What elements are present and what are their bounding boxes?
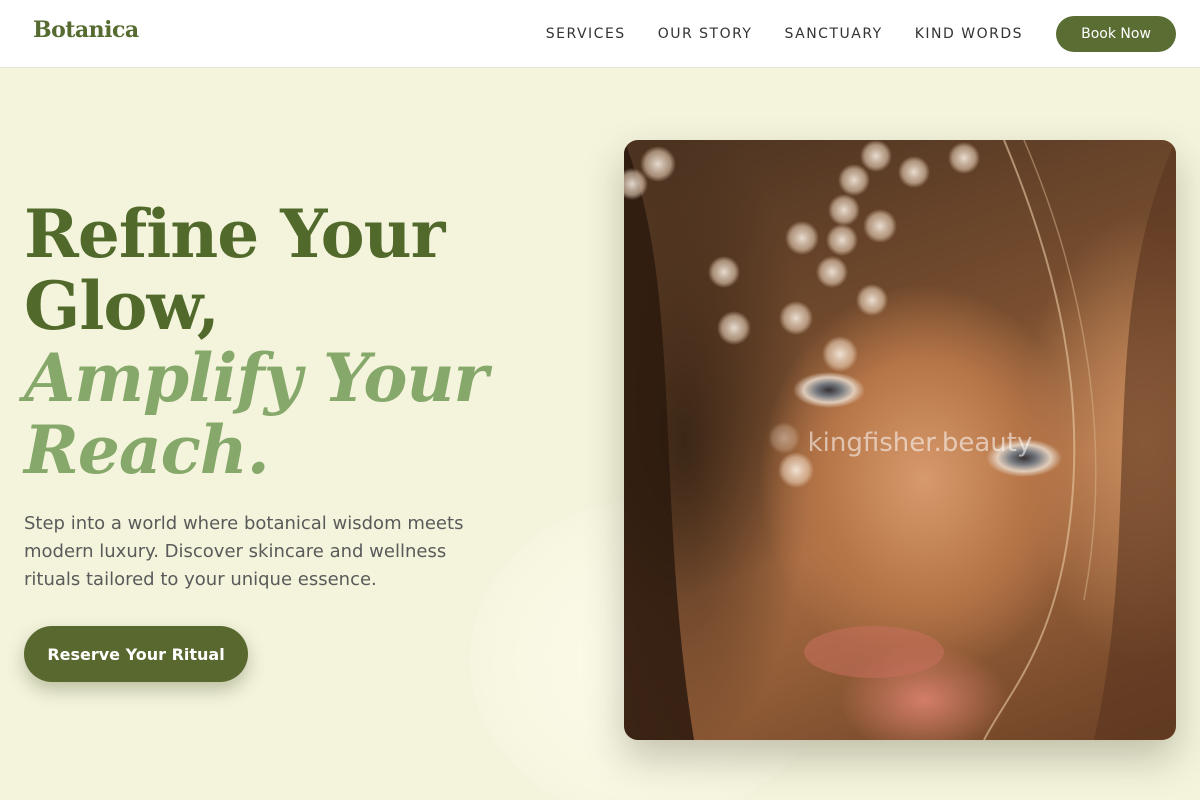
main-nav: SERVICES OUR STORY SANCTUARY KIND WORDS	[546, 0, 1023, 68]
image-watermark: kingfisher.beauty	[807, 428, 1033, 458]
site-header: Botanica SERVICES OUR STORY SANCTUARY KI…	[0, 0, 1200, 68]
reserve-ritual-button[interactable]: Reserve Your Ritual	[24, 626, 248, 682]
hero-title-accent-1: Amplify Your	[24, 339, 488, 417]
brand-logo[interactable]: Botanica	[33, 17, 139, 43]
nav-services[interactable]: SERVICES	[546, 26, 626, 42]
hero-title-line-1: Refine Your	[24, 195, 445, 273]
nav-our-story[interactable]: OUR STORY	[658, 26, 753, 42]
nav-kind-words[interactable]: KIND WORDS	[915, 26, 1023, 42]
hero-title: Refine Your Glow, Amplify Your Reach.	[24, 198, 544, 486]
hero-title-line-2: Glow,	[24, 267, 220, 345]
hero-portrait-image: kingfisher.beauty	[624, 140, 1176, 740]
book-now-button[interactable]: Book Now	[1056, 16, 1176, 52]
hero-description: Step into a world where botanical wisdom…	[24, 513, 464, 590]
hero-title-accent-2: Reach.	[24, 411, 270, 489]
nav-sanctuary[interactable]: SANCTUARY	[784, 26, 882, 42]
